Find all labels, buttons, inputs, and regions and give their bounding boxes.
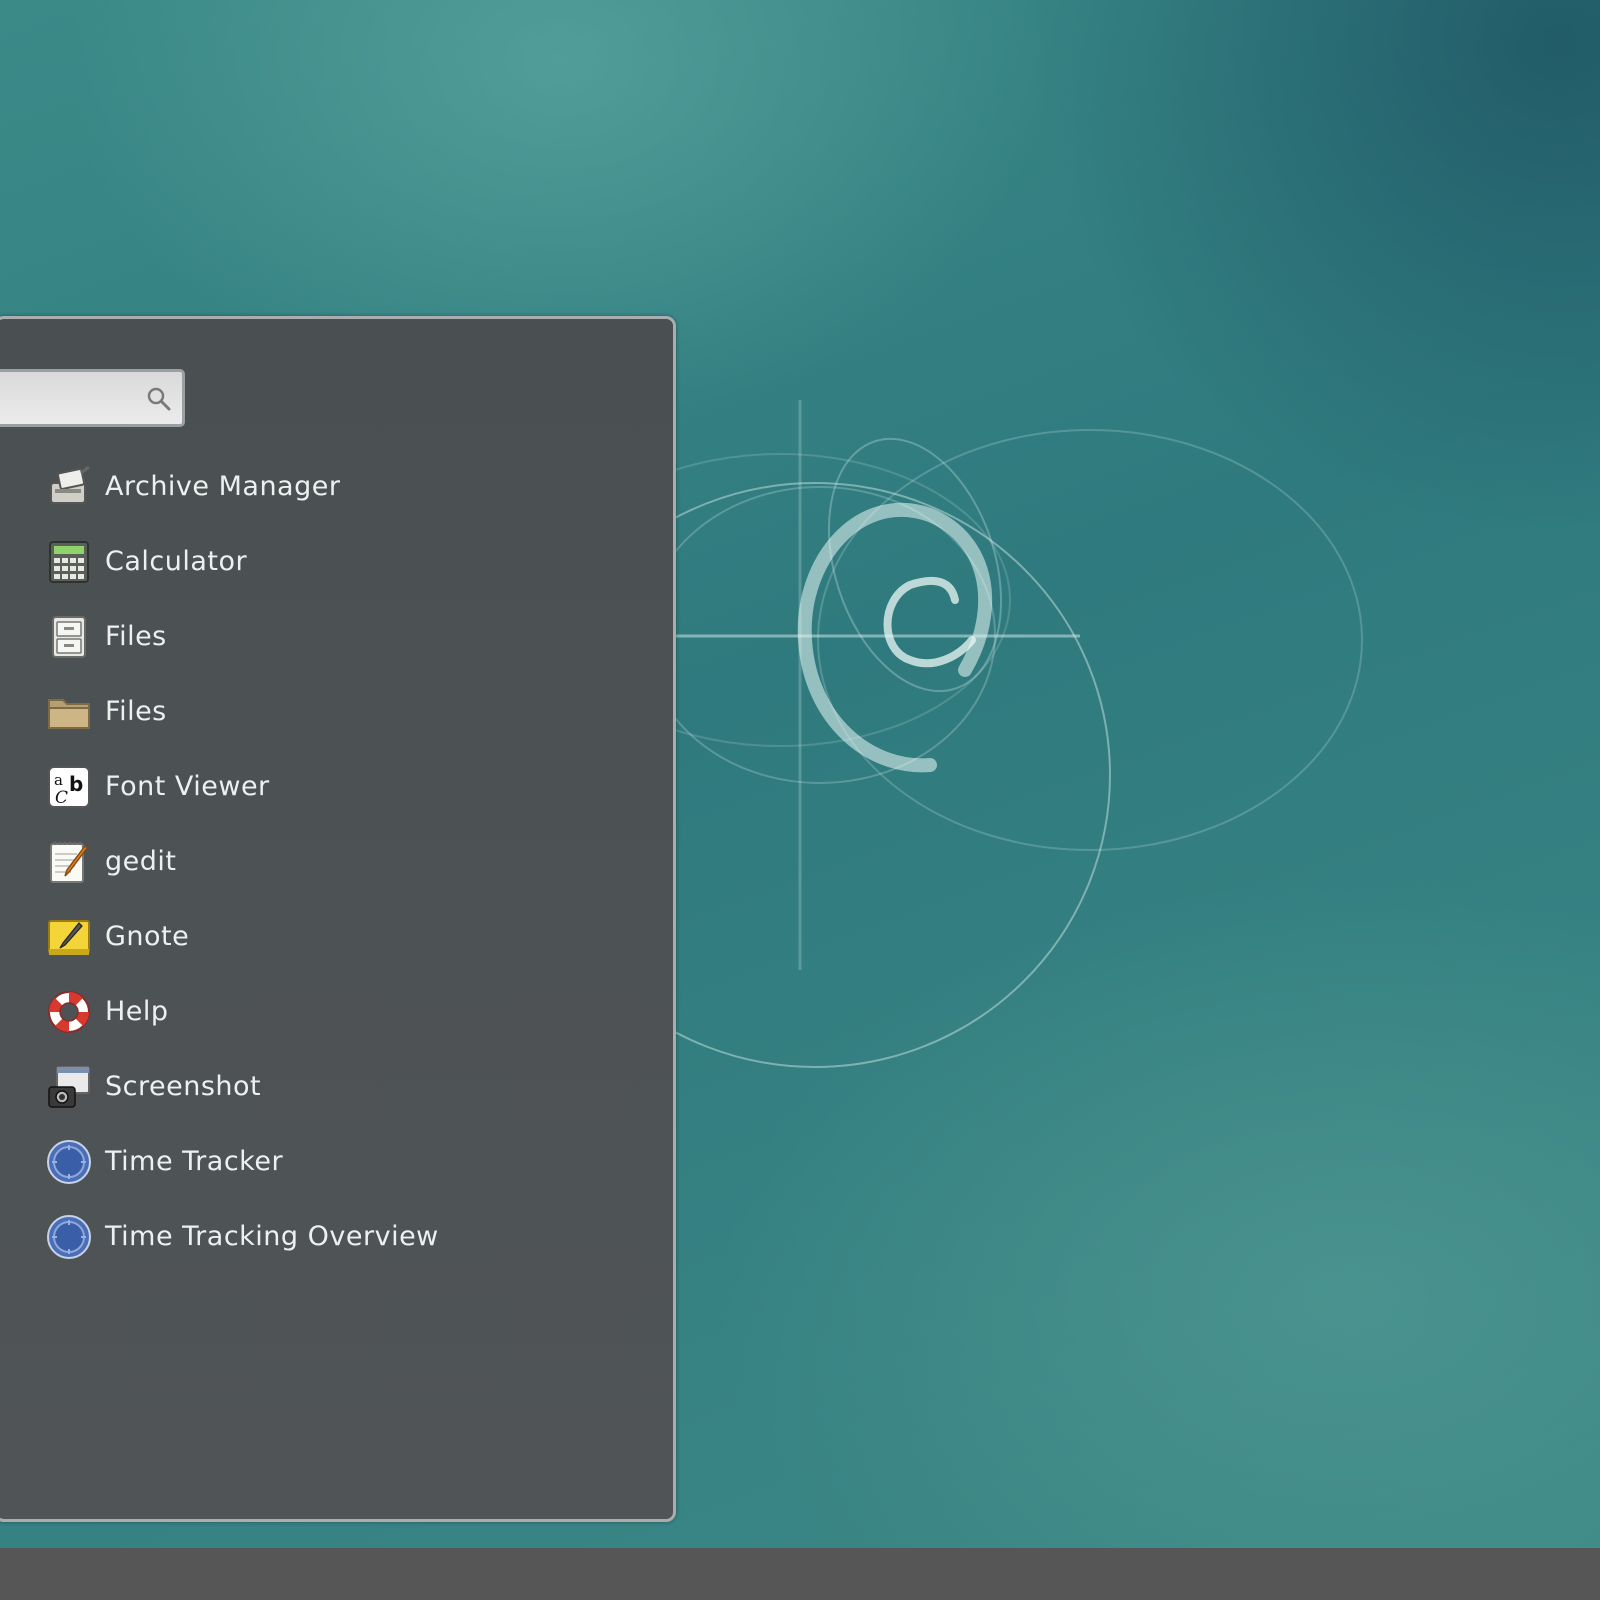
app-label: gedit: [105, 846, 177, 877]
notes-icon: [45, 913, 93, 961]
search-input[interactable]: [0, 380, 138, 416]
archive-manager-icon: [45, 463, 93, 511]
app-item-screenshot[interactable]: Screenshot: [45, 1049, 605, 1124]
app-item-files[interactable]: Files: [45, 599, 605, 674]
clock-icon: [45, 1138, 93, 1186]
file-cabinet-icon: [45, 613, 93, 661]
calculator-icon: [45, 538, 93, 586]
app-label: Gnote: [105, 921, 190, 952]
app-label: Screenshot: [105, 1071, 262, 1102]
lifebuoy-icon: [45, 988, 93, 1036]
app-label: Help: [105, 996, 169, 1027]
svg-text:a: a: [54, 771, 63, 789]
app-item-time-tracking-overview[interactable]: Time Tracking Overview: [45, 1199, 605, 1274]
app-item-archive-manager[interactable]: Archive Manager: [45, 449, 605, 524]
app-label: Time Tracker: [105, 1146, 284, 1177]
svg-text:C: C: [55, 788, 68, 808]
search-icon[interactable]: [146, 386, 172, 412]
app-item-gedit[interactable]: gedit: [45, 824, 605, 899]
svg-text:b: b: [69, 772, 83, 796]
app-item-help[interactable]: Help: [45, 974, 605, 1049]
app-item-font-viewer[interactable]: a b C Font Viewer: [45, 749, 605, 824]
search-box[interactable]: [0, 369, 185, 427]
app-label: Font Viewer: [105, 771, 270, 802]
app-item-calculator[interactable]: Calculator: [45, 524, 605, 599]
app-item-time-tracker[interactable]: Time Tracker: [45, 1124, 605, 1199]
clock-icon: [45, 1213, 93, 1261]
text-editor-icon: [45, 838, 93, 886]
font-viewer-icon: a b C: [45, 763, 93, 811]
app-label: Archive Manager: [105, 471, 341, 502]
app-label: Files: [105, 621, 167, 652]
app-label: Calculator: [105, 546, 248, 577]
folder-icon: [45, 688, 93, 736]
application-menu: Archive Manager Calculator Files Files a…: [0, 316, 676, 1522]
app-label: Time Tracking Overview: [105, 1221, 439, 1252]
app-item-gnote[interactable]: Gnote: [45, 899, 605, 974]
taskbar: [0, 1548, 1600, 1600]
camera-icon: [45, 1063, 93, 1111]
app-list: Archive Manager Calculator Files Files a…: [45, 449, 605, 1274]
app-label: Files: [105, 696, 167, 727]
app-item-files-folder[interactable]: Files: [45, 674, 605, 749]
